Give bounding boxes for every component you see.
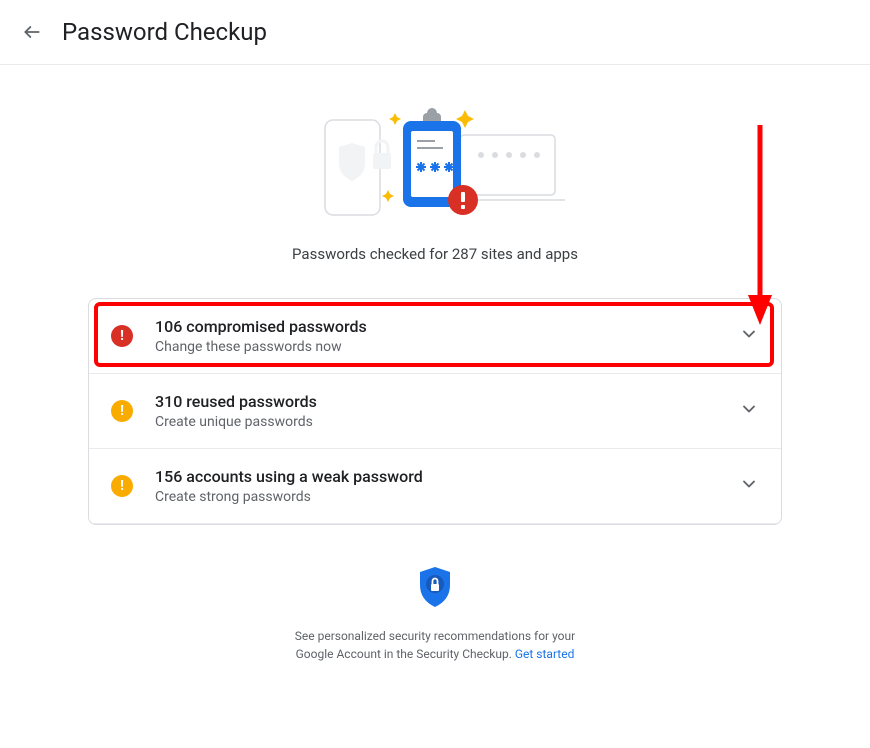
row-subtitle: Create strong passwords <box>155 489 739 505</box>
chevron-down-icon <box>739 324 759 348</box>
row-compromised-passwords[interactable]: ! 106 compromised passwords Change these… <box>89 299 781 374</box>
row-title: 106 compromised passwords <box>155 317 739 336</box>
results-panel: ! 106 compromised passwords Change these… <box>88 298 782 525</box>
hero-illustration <box>295 95 575 225</box>
row-text: 106 compromised passwords Change these p… <box>155 317 739 355</box>
row-subtitle: Change these passwords now <box>155 339 739 355</box>
shield-icon <box>417 565 453 613</box>
get-started-link[interactable]: Get started <box>515 647 575 661</box>
footer: See personalized security recommendation… <box>275 565 595 663</box>
page-title: Password Checkup <box>62 18 267 46</box>
footer-text: See personalized security recommendation… <box>275 627 595 663</box>
header-bar: Password Checkup <box>0 0 870 65</box>
back-arrow-icon[interactable] <box>20 20 44 44</box>
row-text: 310 reused passwords Create unique passw… <box>155 392 739 430</box>
warning-icon: ! <box>111 475 133 497</box>
chevron-down-icon <box>739 399 759 423</box>
annotation-arrow-icon <box>745 125 775 325</box>
chevron-down-icon <box>739 474 759 498</box>
row-reused-passwords[interactable]: ! 310 reused passwords Create unique pas… <box>89 374 781 449</box>
row-text: 156 accounts using a weak password Creat… <box>155 467 739 505</box>
row-subtitle: Create unique passwords <box>155 414 739 430</box>
warning-icon: ! <box>111 400 133 422</box>
alert-icon: ! <box>111 325 133 347</box>
main-content: Passwords checked for 287 sites and apps… <box>0 65 870 683</box>
summary-text: Passwords checked for 287 sites and apps <box>292 245 578 263</box>
row-title: 310 reused passwords <box>155 392 739 411</box>
row-title: 156 accounts using a weak password <box>155 467 739 486</box>
row-weak-passwords[interactable]: ! 156 accounts using a weak password Cre… <box>89 449 781 524</box>
